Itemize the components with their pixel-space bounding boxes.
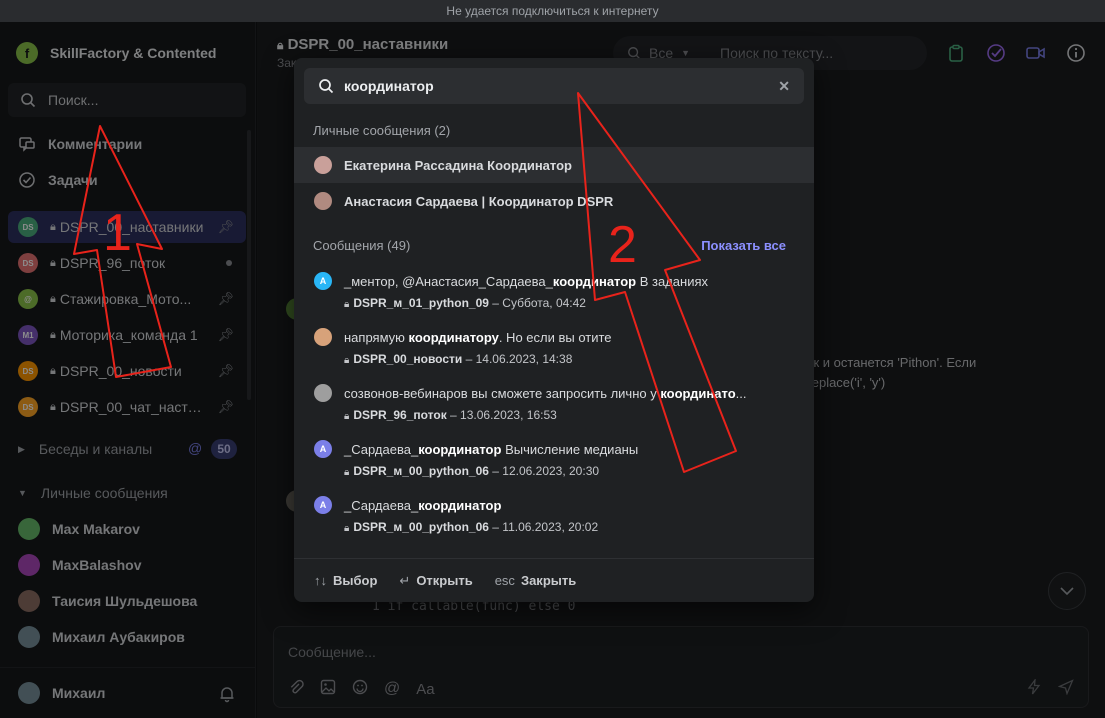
message-channel: DSPR_м_00_python_06: [353, 464, 489, 478]
message-time: – Суббота, 04:42: [488, 296, 586, 310]
key-hint: ↵: [399, 572, 411, 588]
search-result-person[interactable]: Екатерина Рассадина Координатор: [294, 147, 814, 183]
message-channel: DSPR_м_01_python_09: [353, 296, 489, 310]
avatar: [314, 384, 332, 402]
footer-hint: esc Закрыть: [495, 573, 577, 588]
snippet-post: ...: [735, 385, 747, 401]
message-snippet: созвонов-вебинаров вы сможете запросить …: [314, 384, 794, 402]
snippet-highlight: координато: [660, 385, 736, 401]
snippet-post: Вычисление медианы: [501, 441, 639, 457]
snippet-text: _ментор, @Анастасия_Сардаева_координатор…: [344, 274, 708, 289]
lock-icon: 🔒︎: [344, 523, 350, 534]
snippet-highlight: координатор: [552, 273, 637, 289]
message-time: – 12.06.2023, 20:30: [488, 464, 600, 478]
snippet-highlight: координатору: [408, 329, 499, 345]
message-meta: 🔒︎ DSPR_96_поток – 13.06.2023, 16:53: [344, 408, 794, 422]
key-hint: ↑↓: [314, 573, 327, 588]
search-result-message[interactable]: A _Сардаева_координатор Вычисление медиан…: [314, 440, 794, 478]
lock-icon: 🔒︎: [344, 467, 350, 478]
hint-label: Закрыть: [520, 573, 577, 588]
footer-hint: ↵ Открыть: [399, 573, 472, 589]
snippet-pre: _Сардаева_: [344, 441, 419, 457]
message-time: – 14.06.2023, 14:38: [462, 352, 573, 366]
snippet-pre: созвонов-вебинаров вы сможете запросить …: [344, 385, 661, 401]
modal-search-input[interactable]: координатор ✕: [304, 68, 804, 104]
snippet-text: напрямую координатору. Но если вы отите: [344, 330, 612, 345]
avatar: A: [314, 272, 332, 290]
search-result-message[interactable]: напрямую координатору. Но если вы отите 🔒…: [314, 328, 794, 366]
message-time: – 13.06.2023, 16:53: [446, 408, 557, 422]
lock-icon: 🔒︎: [344, 411, 350, 422]
message-time: – 11.06.2023, 20:02: [488, 520, 599, 534]
message-meta: 🔒︎ DSPR_00_новости – 14.06.2023, 14:38: [344, 352, 794, 366]
search-result-message[interactable]: A _Сардаева_координатор 🔒︎ DSPR_м_00_python…: [314, 496, 794, 534]
lock-icon: 🔒︎: [344, 355, 350, 366]
search-result-message[interactable]: созвонов-вебинаров вы сможете запросить …: [314, 384, 794, 422]
search-modal: координатор ✕ Личные сообщения (2) Екате…: [294, 58, 814, 602]
snippet-post: . Но если вы отите: [498, 329, 612, 345]
snippet-pre: _Сардаева_: [344, 497, 419, 513]
snippet-pre: напрямую: [344, 329, 409, 345]
search-query: координатор: [344, 78, 434, 94]
message-snippet: напрямую координатору. Но если вы отите: [314, 328, 794, 346]
snippet-text: _Сардаева_координатор Вычисление медианы: [344, 442, 638, 457]
snippet-post: В заданиях: [636, 273, 709, 289]
search-result-message[interactable]: A _ментор, @Анастасия_Сардаева_координато…: [314, 272, 794, 310]
clear-search-icon[interactable]: ✕: [778, 78, 790, 95]
person-name: Анастасия Сардаева | Координатор DSPR: [344, 193, 614, 209]
messages-section-header: Сообщения (49): [313, 238, 411, 253]
people-section-header: Личные сообщения (2): [313, 123, 451, 138]
snippet-highlight: координатор: [418, 497, 502, 513]
key-hint: esc: [494, 573, 515, 588]
snippet-text: _Сардаева_координатор: [344, 498, 501, 513]
modal-footer: ↑↓ Выбор ↵ Открыть esc Закрыть: [294, 558, 814, 602]
hint-label: Открыть: [416, 572, 473, 588]
offline-banner: Не удается подключиться к интернету: [0, 0, 1105, 22]
search-icon: [319, 79, 334, 94]
footer-hint: ↑↓ Выбор: [314, 573, 377, 588]
avatar: [314, 192, 332, 210]
message-channel: DSPR_м_00_python_06: [353, 520, 489, 534]
lock-icon: 🔒︎: [344, 299, 350, 310]
snippet-text: созвонов-вебинаров вы сможете запросить …: [344, 386, 746, 401]
message-snippet: A _ментор, @Анастасия_Сардаева_координато…: [314, 272, 794, 290]
person-name: Екатерина Рассадина Координатор: [344, 157, 572, 173]
message-meta: 🔒︎ DSPR_м_00_python_06 – 12.06.2023, 20:3…: [344, 464, 794, 478]
message-meta: 🔒︎ DSPR_м_00_python_06 – 11.06.2023, 20:0…: [344, 520, 794, 534]
search-result-person[interactable]: Анастасия Сардаева | Координатор DSPR: [294, 183, 814, 219]
avatar: [314, 156, 332, 174]
message-meta: 🔒︎ DSPR_м_01_python_09 – Суббота, 04:42: [344, 296, 794, 310]
hint-label: Выбор: [333, 573, 378, 588]
message-snippet: A _Сардаева_координатор: [314, 496, 794, 514]
snippet-highlight: координатор: [418, 441, 502, 457]
snippet-pre: _ментор, @Анастасия_Сардаева_: [344, 273, 553, 289]
message-channel: DSPR_00_новости: [353, 352, 463, 366]
show-all-link[interactable]: Показать все: [701, 238, 786, 253]
avatar: [314, 328, 332, 346]
message-channel: DSPR_96_поток: [353, 408, 447, 422]
message-snippet: A _Сардаева_координатор Вычисление медиан…: [314, 440, 794, 458]
avatar: A: [314, 440, 332, 458]
avatar: A: [314, 496, 332, 514]
